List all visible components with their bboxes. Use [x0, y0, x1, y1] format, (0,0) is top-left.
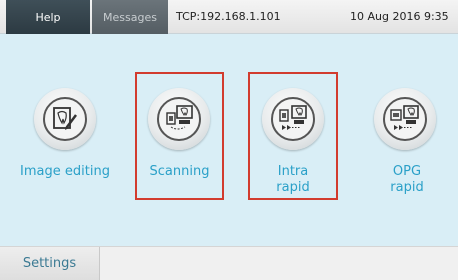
mode-selection-panel: Image editing Scanning Intra rapid OPG r… [0, 34, 458, 246]
scanning-tile[interactable]: Scanning [135, 34, 224, 246]
image-editing-icon [53, 107, 77, 130]
opg-rapid-tile[interactable]: OPG rapid [356, 34, 458, 246]
intra-rapid-icon [279, 105, 307, 130]
intra-rapid-button[interactable] [262, 88, 324, 150]
image-editing-tile[interactable]: Image editing [0, 34, 130, 246]
image-editing-label: Image editing [20, 164, 110, 179]
messages-tab[interactable]: Messages [92, 0, 168, 34]
date-time: 10 Aug 2016 9:35 [350, 10, 449, 23]
scanning-icon [166, 105, 193, 130]
opg-rapid-label: OPG rapid [390, 164, 424, 195]
image-editing-button[interactable] [34, 88, 96, 150]
scanning-label: Scanning [149, 164, 210, 179]
settings-button[interactable]: Settings [0, 247, 100, 280]
scanning-button[interactable] [148, 88, 210, 150]
intra-rapid-label: Intra rapid [276, 164, 310, 195]
connection-status: TCP:192.168.1.101 [176, 10, 281, 23]
help-tab[interactable]: Help [6, 0, 90, 34]
top-bar: Help Messages TCP:192.168.1.101 10 Aug 2… [0, 0, 458, 34]
opg-rapid-button[interactable] [374, 88, 436, 150]
bottom-bar: Settings [0, 246, 458, 280]
intra-rapid-tile[interactable]: Intra rapid [248, 34, 338, 246]
opg-rapid-icon [390, 105, 419, 130]
